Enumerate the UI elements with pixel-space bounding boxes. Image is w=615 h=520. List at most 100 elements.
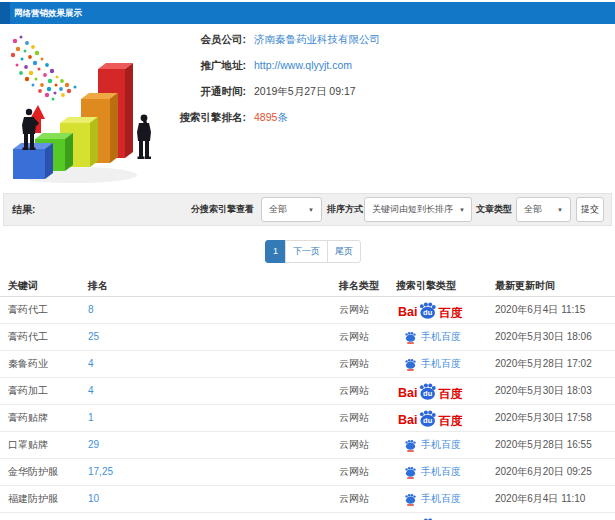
table-header: 关键词 排名 排名类型 搜索引擎类型 最新更新时间 xyxy=(0,274,615,297)
article-type-label: 文章类型 xyxy=(476,203,512,216)
table-row: 秦鲁药业 4 云网站 手机百度 2020年5月28日 17:02 xyxy=(0,351,615,378)
member-info: 会员公司: 济南秦鲁药业科技有限公司推广地址: http://www.qlyyjt.… xyxy=(170,26,380,130)
mobile-baidu-label: 手机百度 xyxy=(421,324,461,350)
engine-cell: 手机百度 xyxy=(396,351,461,377)
info-label: 推广地址: xyxy=(170,52,246,78)
update-time-cell: 2020年5月28日 17:02 xyxy=(495,351,592,377)
keyword-cell: 膏药代工 xyxy=(8,297,48,323)
baidu-logo: Baidu百度 xyxy=(398,302,462,319)
table-row: 膏药加工 4 云网站 Baidu百度 2020年5月30日 18:03 xyxy=(0,378,615,405)
info-row: 搜索引擎排名:4895条 xyxy=(170,104,380,130)
title-bar: 网络营销效果展示 xyxy=(0,2,615,24)
keyword-cell: 秦鲁药业 xyxy=(8,351,48,377)
rank-link[interactable]: 4 xyxy=(88,385,94,396)
rank-link[interactable]: 4 xyxy=(88,358,94,369)
mobile-baidu-label: 手机百度 xyxy=(421,432,461,458)
engine-cell: Baidu百度 xyxy=(396,378,462,404)
rank-link[interactable]: 29 xyxy=(88,439,99,450)
info-row: 开通时间: 2019年5月27日 09:17 xyxy=(170,78,380,104)
sort-select[interactable]: 关键词由短到长排序▼ xyxy=(364,197,472,222)
profile-section: 会员公司: 济南秦鲁药业科技有限公司推广地址: http://www.qlyyjt.… xyxy=(0,24,615,190)
info-label: 搜索引擎排名: xyxy=(170,104,246,130)
mobile-baidu-icon xyxy=(404,466,417,479)
baidu-logo: Baidu百度 xyxy=(398,383,462,400)
rank-link[interactable]: 17,25 xyxy=(88,466,113,477)
engine-cell: 手机百度 xyxy=(396,324,461,350)
update-time-cell: 2020年6月20日 09:25 xyxy=(495,459,592,485)
rank-type-cell: 云网站 xyxy=(339,486,369,512)
table-row: 口罩贴牌 29 云网站 手机百度 2020年5月28日 16:55 xyxy=(0,432,615,459)
table-row: 膏药代工 8 云网站 Baidu百度 2020年6月4日 11:15 xyxy=(0,297,615,324)
keyword-cell: 膏药贴牌 xyxy=(8,405,48,431)
header-keyword: 关键词 xyxy=(8,274,38,297)
rank-type-cell: 云网站 xyxy=(339,405,369,431)
engine-cell: Baidu百度 xyxy=(396,297,462,323)
mobile-baidu-label: 手机百度 xyxy=(421,486,461,512)
header-engine-type: 搜索引擎类型 xyxy=(396,274,456,296)
keyword-cell: 福建防护服 xyxy=(8,486,58,512)
header-rank-type: 排名类型 xyxy=(339,274,379,297)
rank-link[interactable]: 1 xyxy=(88,412,94,423)
update-time-cell: 2020年6月4日 11:15 xyxy=(495,297,585,323)
table-row: 膏药代工 25 云网站 手机百度 2020年5月30日 18:06 xyxy=(0,324,615,351)
rank-type-cell: 云网站 xyxy=(339,432,369,458)
svg-text:du: du xyxy=(424,308,434,317)
keyword-cell: 口罩贴牌 xyxy=(8,432,48,458)
growth-chart-illustration xyxy=(5,33,167,189)
mobile-baidu-icon xyxy=(404,439,417,452)
page-1-button[interactable]: 1 xyxy=(265,240,286,263)
title-bar-left-edge xyxy=(0,2,10,24)
rank-link[interactable]: 10 xyxy=(88,493,99,504)
info-value[interactable]: 济南秦鲁药业科技有限公司 xyxy=(254,33,380,45)
keyword-cell: 金华防护服 xyxy=(8,459,58,485)
engine-cell: 手机百度 xyxy=(396,486,461,512)
caret-down-icon: ▼ xyxy=(459,207,465,213)
engine-cell: 手机百度 xyxy=(396,459,461,485)
submit-button[interactable]: 提交 xyxy=(576,197,604,222)
table-row: 福建防护服 10 云网站 手机百度 2020年6月4日 11:10 xyxy=(0,486,615,513)
sort-label: 排序方式 xyxy=(327,203,363,216)
keyword-cell: 膏药加工 xyxy=(8,378,48,404)
mobile-baidu-label: 手机百度 xyxy=(421,351,461,377)
header-update-time: 最新更新时间 xyxy=(495,274,555,297)
info-value: 2019年5月27日 09:17 xyxy=(254,85,356,97)
svg-text:du: du xyxy=(424,416,434,425)
ranking-table: 关键词 排名 排名类型 搜索引擎类型 最新更新时间 膏药代工 8 云网站 Bai… xyxy=(0,274,615,520)
article-type-select[interactable]: 全部▼ xyxy=(516,197,571,222)
info-label: 会员公司: xyxy=(170,26,246,52)
pagination: 1下一页尾页 xyxy=(265,240,361,263)
keyword-cell: 膏药代工 xyxy=(8,324,48,350)
svg-text:du: du xyxy=(424,389,434,398)
table-row: 金华防护服 17,25 云网站 手机百度 2020年6月20日 09:25 xyxy=(0,459,615,486)
update-time-cell: 2020年5月30日 18:03 xyxy=(495,378,592,404)
rank-link[interactable]: 8 xyxy=(88,304,94,315)
caret-down-icon: ▼ xyxy=(308,207,314,213)
filter-bar: 结果: 分搜索引擎查看 全部▼ 排序方式 关键词由短到长排序▼ 文章类型 全部▼… xyxy=(3,193,612,226)
update-time-cell: 2020年5月30日 17:58 xyxy=(495,405,592,431)
mobile-baidu-icon xyxy=(404,493,417,506)
mobile-baidu-icon xyxy=(404,358,417,371)
table-row: 膏药贴牌 1 云网站 Baidu百度 2020年5月30日 17:58 xyxy=(0,405,615,432)
mobile-baidu-label: 手机百度 xyxy=(421,459,461,485)
mobile-baidu-icon xyxy=(404,331,417,344)
last-page-button[interactable]: 尾页 xyxy=(327,240,361,263)
caret-down-icon: ▼ xyxy=(557,207,563,213)
info-row: 推广地址: http://www.qlyyjt.com xyxy=(170,52,380,78)
rank-link[interactable]: 25 xyxy=(88,331,99,342)
table-row: Baidu百度 xyxy=(0,513,615,520)
engine-filter-label: 分搜索引擎查看 xyxy=(191,203,254,216)
rank-type-cell: 云网站 xyxy=(339,378,369,404)
info-value-suffix: 条 xyxy=(277,111,288,123)
info-label: 开通时间: xyxy=(170,78,246,104)
info-row: 会员公司: 济南秦鲁药业科技有限公司 xyxy=(170,26,380,52)
rank-type-cell: 云网站 xyxy=(339,324,369,350)
info-value[interactable]: http://www.qlyyjt.com xyxy=(254,59,352,71)
rank-type-cell: 云网站 xyxy=(339,459,369,485)
engine-cell: 手机百度 xyxy=(396,432,461,458)
baidu-logo: Baidu百度 xyxy=(398,410,462,427)
engine-select[interactable]: 全部▼ xyxy=(261,197,322,222)
next-page-button[interactable]: 下一页 xyxy=(285,240,328,263)
update-time-cell: 2020年6月4日 11:10 xyxy=(495,486,585,512)
page-title: 网络营销效果展示 xyxy=(14,2,82,24)
engine-cell: Baidu百度 xyxy=(396,513,462,520)
